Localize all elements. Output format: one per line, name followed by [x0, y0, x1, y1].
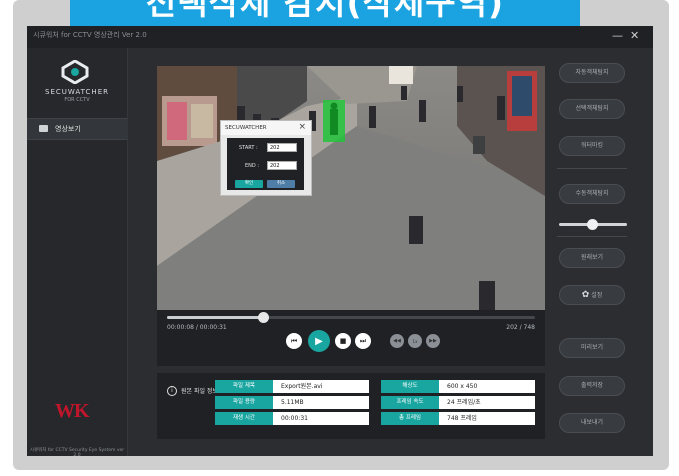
info-key: 프레임 속도 — [381, 396, 439, 409]
file-info-panel: i 원본 파일 정보 파일 제목 Export원본.avi 해상도 600 x … — [157, 373, 545, 439]
info-value: 748 프레임 — [439, 412, 535, 425]
brand-name: SECUWATCHER — [45, 88, 109, 96]
preview-button[interactable]: 미리보기 — [559, 338, 625, 358]
slow-speed-icon[interactable]: ◀◀ — [390, 334, 404, 348]
dialog-body: START : 202 END : 202 확인 취소 — [227, 138, 304, 190]
file-info-title: 원본 파일 정보 — [181, 388, 218, 395]
mask-level-slider[interactable] — [559, 219, 627, 230]
save-output-button[interactable]: 출력저장 — [559, 376, 625, 396]
info-value: 24 프레임/초 — [439, 396, 535, 409]
video-icon — [39, 125, 48, 132]
brand-sub: FOR CCTV — [64, 97, 90, 103]
settings-label: 설정 — [591, 292, 603, 299]
info-value: 00:00:31 — [273, 412, 369, 425]
info-key: 재생 시간 — [215, 412, 273, 425]
secuwatcher-logo-icon — [61, 60, 89, 84]
slider-handle[interactable] — [587, 219, 598, 230]
range-dialog: SECUWATCHER × START : 202 END : 202 확인 취… — [220, 120, 312, 196]
stop-icon[interactable]: ■ — [335, 333, 351, 349]
panel-divider — [557, 236, 627, 237]
dialog-title: SECUWATCHER — [225, 125, 267, 131]
skip-forward-icon[interactable]: ⏭ — [355, 333, 371, 349]
sidebar-item-video-view[interactable]: 영상보기 — [27, 118, 127, 140]
info-key: 해상도 — [381, 380, 439, 393]
settings-button[interactable]: ✿ 설정 — [559, 285, 625, 305]
playback-controls: 00:00:08 / 00:00:31 202 / 748 ⏮ ▶ ■ ⏭ ◀◀… — [157, 310, 545, 366]
start-frame-input[interactable]: 202 — [267, 143, 297, 152]
frame-counter: 202 / 748 — [506, 324, 535, 331]
start-label: START : — [239, 145, 258, 151]
gear-icon: ✿ — [581, 290, 590, 300]
dialog-close-button[interactable]: × — [298, 122, 306, 132]
company-logo: WK — [55, 400, 90, 422]
fast-speed-icon[interactable]: ▶▶ — [426, 334, 440, 348]
playback-time: 00:00:08 / 00:00:31 — [167, 324, 227, 331]
watermark-button[interactable]: 워터마킹 — [559, 136, 625, 156]
end-label: END : — [245, 163, 260, 169]
video-frame-image — [157, 66, 545, 310]
info-key: 총 프레임 — [381, 412, 439, 425]
info-value: 600 x 450 — [439, 380, 535, 393]
title-bar: 시큐워처 for CCTV 영상관리 Ver 2.0 — ✕ — [27, 26, 653, 48]
progress-track[interactable] — [167, 312, 535, 323]
select-detect-button[interactable]: 선택객체탐지 — [559, 99, 625, 119]
end-frame-input[interactable]: 202 — [267, 161, 297, 170]
footer-text: 시큐워처 for CCTV Security Eye System ver 2.… — [29, 448, 125, 458]
sidebar: SECUWATCHER FOR CCTV 영상보기 WK 시큐워처 for CC… — [27, 48, 128, 458]
export-button[interactable]: 내보내기 — [559, 413, 625, 433]
cancel-button[interactable]: 취소 — [267, 180, 295, 188]
minimize-button[interactable]: — — [612, 29, 623, 42]
progress-fill — [167, 316, 263, 319]
progress-handle[interactable] — [257, 312, 269, 323]
video-canvas[interactable] — [157, 66, 545, 310]
original-view-button[interactable]: 원래보기 — [559, 248, 625, 268]
close-button[interactable]: ✕ — [630, 29, 639, 42]
normal-speed-icon[interactable]: 1x — [408, 334, 422, 348]
play-icon[interactable]: ▶ — [308, 330, 330, 352]
app-window: 시큐워처 for CCTV 영상관리 Ver 2.0 — ✕ SECUWATCH… — [27, 26, 653, 458]
banner-title: 선택삭제 감지(삭제구역) — [145, 0, 505, 22]
skip-back-icon[interactable]: ⏮ — [286, 333, 302, 349]
info-icon: i — [167, 386, 177, 396]
window-title: 시큐워처 for CCTV 영상관리 Ver 2.0 — [33, 31, 147, 39]
confirm-button[interactable]: 확인 — [235, 180, 263, 188]
panel-divider — [557, 168, 627, 169]
manual-detect-button[interactable]: 수동객체탐지 — [559, 184, 625, 204]
info-value: Export원본.avi — [273, 380, 369, 393]
auto-detect-button[interactable]: 자동객체탐지 — [559, 63, 625, 83]
dialog-header: SECUWATCHER × — [221, 121, 311, 135]
info-key: 파일 용량 — [215, 396, 273, 409]
sidebar-item-label: 영상보기 — [55, 125, 81, 133]
info-key: 파일 제목 — [215, 380, 273, 393]
info-value: 5.11MB — [273, 396, 369, 409]
